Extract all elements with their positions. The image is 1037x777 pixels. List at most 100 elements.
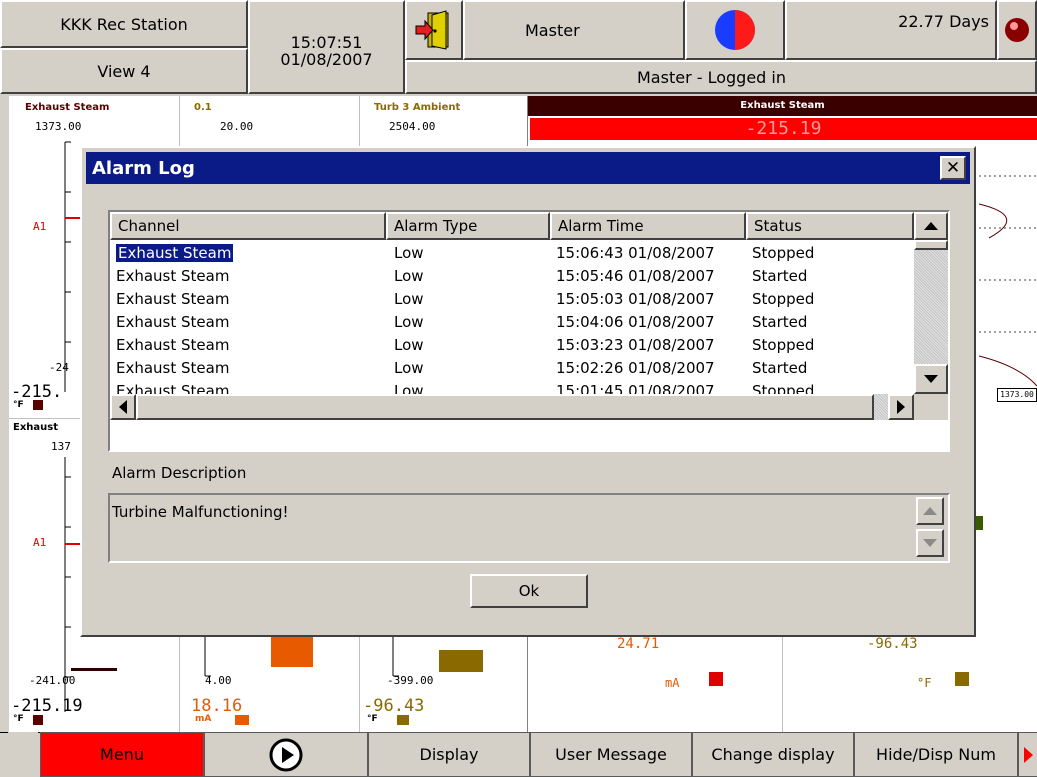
trend-title: Exhaust Steam	[528, 96, 1037, 116]
readout2-unit: °F	[917, 676, 932, 690]
cell-alarm-type: Low	[394, 359, 424, 377]
user-message-button[interactable]: User Message	[530, 732, 692, 777]
description-scroll-down[interactable]	[916, 529, 944, 557]
column-header-status[interactable]: Status	[746, 212, 914, 240]
scroll-right-button[interactable]	[888, 394, 914, 420]
arrow-up-icon	[923, 507, 937, 515]
cell-status: Started	[752, 359, 808, 377]
user-name: Master	[463, 0, 685, 60]
column-header-alarm-time[interactable]: Alarm Time	[550, 212, 746, 240]
cell-channel: Exhaust Steam	[116, 336, 230, 354]
uptime: 22.77 Days	[785, 0, 997, 60]
readout1-value: 24.71	[617, 636, 660, 652]
lower-pen-swatch	[33, 715, 43, 725]
arrow-up-icon	[924, 222, 938, 230]
readout2-value: -96.43	[867, 636, 918, 652]
alarm-marker-a1-lower: A1	[33, 536, 47, 549]
pen1-value: -215.	[11, 382, 63, 402]
cell-channel: Exhaust Steam	[116, 244, 234, 262]
trend-marker	[975, 516, 983, 530]
login-status: Master - Logged in	[405, 60, 1037, 94]
table-row[interactable]: Exhaust Steam Low 15:03:23 01/08/2007 Stopp…	[110, 334, 910, 357]
station-name: KKK Rec Station	[0, 0, 248, 48]
description-scroll-up[interactable]	[916, 497, 944, 525]
cell-alarm-time: 15:02:26 01/08/2007	[556, 359, 715, 377]
cell-status: Stopped	[752, 336, 815, 354]
play-icon	[269, 738, 303, 771]
lower-pen-name: Exhaust	[13, 422, 58, 433]
cell-channel: Exhaust Steam	[116, 313, 230, 331]
logout-door-icon[interactable]	[405, 0, 463, 60]
cell-channel: Exhaust Steam	[116, 290, 230, 308]
trend-scale-label: 1373.00	[997, 388, 1037, 402]
arrow-left-icon	[119, 400, 127, 414]
arrow-right-icon	[1023, 746, 1033, 763]
cell-alarm-type: Low	[394, 290, 424, 308]
display-button[interactable]: Display	[368, 732, 530, 777]
pen1-color-swatch	[33, 400, 43, 410]
menu-button[interactable]: Menu	[40, 732, 204, 777]
table-row[interactable]: Exhaust Steam Low 15:05:03 01/08/2007 Stopp…	[110, 288, 910, 311]
vertical-scroll-thumb[interactable]	[914, 240, 948, 250]
cell-alarm-time: 15:06:43 01/08/2007	[556, 244, 715, 262]
pen1-name: Exhaust Steam	[25, 102, 110, 113]
column-header-alarm-type[interactable]: Alarm Type	[386, 212, 550, 240]
table-row[interactable]: Exhaust Steam Low 15:05:46 01/08/2007 Start…	[110, 265, 910, 288]
horizontal-scroll-thumb[interactable]	[136, 394, 874, 420]
record-light-icon	[997, 0, 1037, 60]
play-button[interactable]	[204, 732, 368, 777]
alarm-marker-a1: A1	[33, 220, 47, 233]
pen3-swatch	[397, 715, 409, 725]
cell-alarm-time: 15:05:46 01/08/2007	[556, 267, 715, 285]
pen2-swatch	[235, 715, 249, 725]
footer-next-button[interactable]	[1018, 732, 1037, 777]
lower-pen-value: -215.19	[11, 696, 83, 716]
pen1-unit: °F	[13, 400, 24, 410]
lower-pen-max: 137	[51, 440, 71, 453]
scroll-up-button[interactable]	[914, 212, 948, 240]
ok-button[interactable]: Ok	[470, 574, 588, 608]
dialog-titlebar[interactable]: Alarm Log ✕	[86, 152, 970, 184]
scroll-left-button[interactable]	[110, 394, 136, 420]
pen3-unit: °F	[367, 714, 378, 724]
pen2-unit: mA	[195, 714, 212, 724]
hide-disp-num-button[interactable]: Hide/Disp Num	[854, 732, 1018, 777]
cell-status: Stopped	[752, 244, 815, 262]
alarm-description-label: Alarm Description	[112, 464, 247, 482]
cell-alarm-time: 15:05:03 01/08/2007	[556, 290, 715, 308]
pen3-min: -399.00	[387, 674, 434, 687]
cell-channel: Exhaust Steam	[116, 267, 230, 285]
pen3-bar	[439, 650, 483, 672]
readout1-unit: mA	[665, 676, 680, 690]
table-row[interactable]: Exhaust Steam Low 15:04:06 01/08/2007 Start…	[110, 311, 910, 334]
lower-pen-unit: °F	[13, 714, 24, 724]
alarm-list[interactable]: Channel Alarm Type Alarm Time Status Exh…	[108, 210, 950, 452]
column-header-channel[interactable]: Channel	[110, 212, 386, 240]
view-name[interactable]: View 4	[0, 48, 248, 94]
cell-status: Started	[752, 267, 808, 285]
horizontal-track-remainder	[874, 394, 888, 420]
cell-alarm-time: 15:04:06 01/08/2007	[556, 313, 715, 331]
alarm-description-box: Turbine Malfunctioning!	[108, 493, 950, 563]
close-icon[interactable]: ✕	[940, 156, 966, 180]
readout2-swatch	[955, 672, 969, 686]
readout1-swatch	[709, 672, 723, 686]
arrow-right-icon	[897, 400, 905, 414]
alarm-log-dialog: Alarm Log ✕ Channel Alarm Type Alarm Tim…	[80, 146, 976, 637]
table-row[interactable]: Exhaust Steam Low 15:02:26 01/08/2007 Start…	[110, 357, 910, 380]
clock-date: 01/08/2007	[280, 50, 373, 69]
pen3-name: Turb 3 Ambient	[374, 102, 461, 113]
change-display-button[interactable]: Change display	[692, 732, 854, 777]
alarm-description-text: Turbine Malfunctioning!	[112, 503, 289, 521]
pen1-min: -24	[49, 361, 69, 374]
arrow-down-icon	[924, 375, 938, 383]
cell-channel: Exhaust Steam	[116, 359, 230, 377]
scrollbar-corner	[914, 394, 948, 420]
pen3-value: -96.43	[363, 696, 425, 716]
arrow-down-icon	[923, 539, 937, 547]
scroll-down-button[interactable]	[914, 364, 948, 394]
cell-alarm-type: Low	[394, 244, 424, 262]
pen2-max: 20.00	[220, 120, 254, 133]
table-row[interactable]: Exhaust Steam Low 15:06:43 01/08/2007 Stopp…	[110, 242, 910, 265]
pen2-value: 18.16	[191, 696, 243, 716]
